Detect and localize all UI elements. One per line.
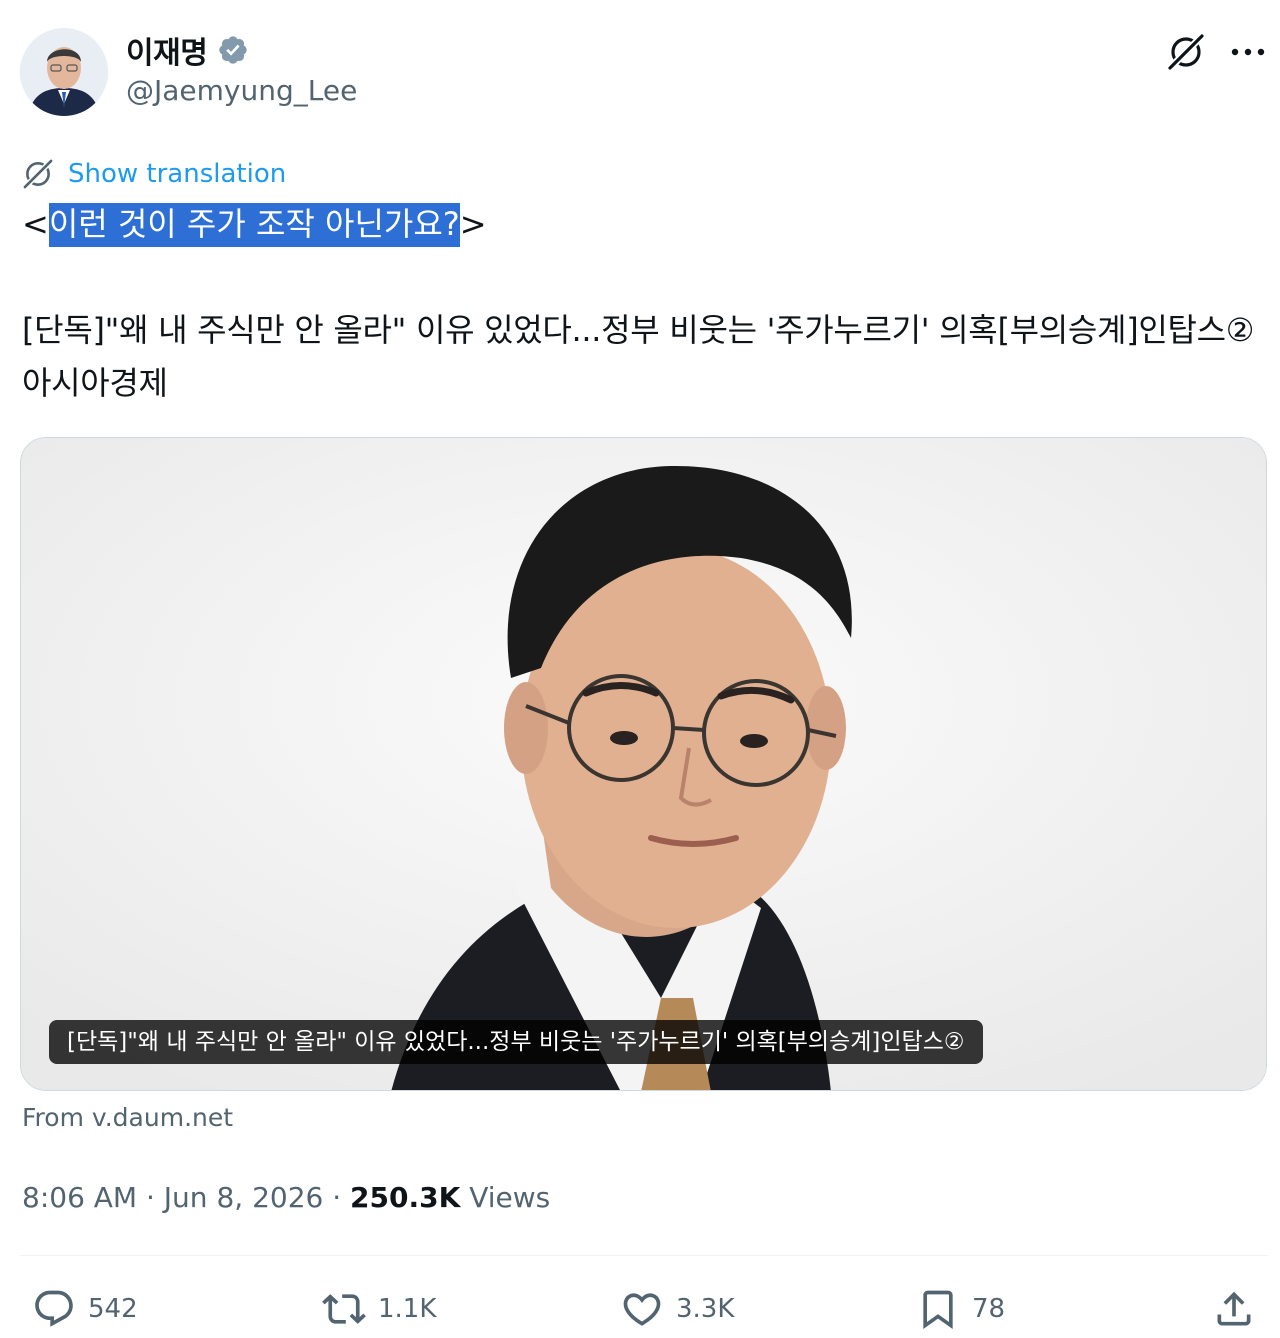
share-button[interactable] — [1212, 1280, 1256, 1338]
post-text-line1: <이런 것이 주가 조작 아닌가요?> — [22, 198, 487, 250]
reply-button[interactable]: 542 — [32, 1280, 138, 1338]
avatar[interactable] — [20, 28, 108, 116]
post-line1-prefix: < — [22, 205, 49, 243]
reply-icon — [35, 1290, 73, 1327]
action-bar: 542 1.1K 3.3K 78 — [20, 1280, 1268, 1338]
selected-text: 이런 것이 주가 조작 아닌가요? — [48, 203, 460, 247]
tweet-time[interactable]: 8:06 AM — [22, 1181, 137, 1214]
bookmark-button[interactable]: 78 — [916, 1280, 1005, 1338]
reply-count: 542 — [88, 1294, 138, 1324]
display-name[interactable]: 이재명 — [126, 28, 208, 72]
more-icon — [1231, 48, 1265, 56]
views-count: 250.3K — [350, 1181, 461, 1214]
link-preview-card[interactable]: [단독]"왜 내 주식만 안 올라" 이유 있었다...정부 비웃는 '주가누르… — [20, 437, 1267, 1091]
bookmark-icon — [923, 1290, 953, 1330]
meta-separator: · — [137, 1181, 164, 1214]
avatar-photo — [20, 28, 108, 116]
link-source[interactable]: From v.daum.net — [22, 1098, 233, 1138]
verified-badge-icon[interactable] — [217, 34, 249, 66]
meta-separator-2: · — [323, 1181, 351, 1214]
divider — [20, 1255, 1268, 1256]
views-label: Views — [460, 1181, 551, 1214]
more-button[interactable] — [1226, 28, 1270, 76]
grok-button[interactable] — [1162, 28, 1210, 76]
repost-count: 1.1K — [378, 1294, 437, 1324]
link-card-caption: [단독]"왜 내 주식만 안 올라" 이유 있었다...정부 비웃는 '주가누르… — [49, 1020, 983, 1064]
tweet-header: 이재명 @Jaemyung_Lee — [20, 26, 1270, 118]
post-body: [단독]"왜 내 주식만 안 올라" 이유 있었다...정부 비웃는 '주가누르… — [22, 311, 1255, 402]
show-translation-label: Show translation — [68, 159, 287, 189]
tweet-date[interactable]: Jun 8, 2026 — [164, 1181, 324, 1214]
post-line1-suffix: > — [459, 205, 487, 243]
link-preview-image — [21, 438, 1266, 1090]
grok-icon — [1167, 33, 1205, 71]
bookmark-count: 78 — [972, 1294, 1006, 1324]
heart-icon — [623, 1293, 661, 1326]
like-button[interactable]: 3.3K — [620, 1280, 734, 1338]
repost-icon — [322, 1294, 366, 1324]
like-count: 3.3K — [676, 1294, 735, 1324]
repost-button[interactable]: 1.1K — [322, 1280, 436, 1338]
tweet-meta: 8:06 AM · Jun 8, 2026 · 250.3K Views — [22, 1176, 550, 1220]
share-icon — [1217, 1291, 1251, 1326]
author-block: 이재명 @Jaemyung_Lee — [126, 28, 357, 107]
show-translation-button[interactable]: Show translation — [20, 154, 286, 194]
handle[interactable]: @Jaemyung_Lee — [126, 74, 357, 107]
grok-icon — [22, 158, 54, 190]
